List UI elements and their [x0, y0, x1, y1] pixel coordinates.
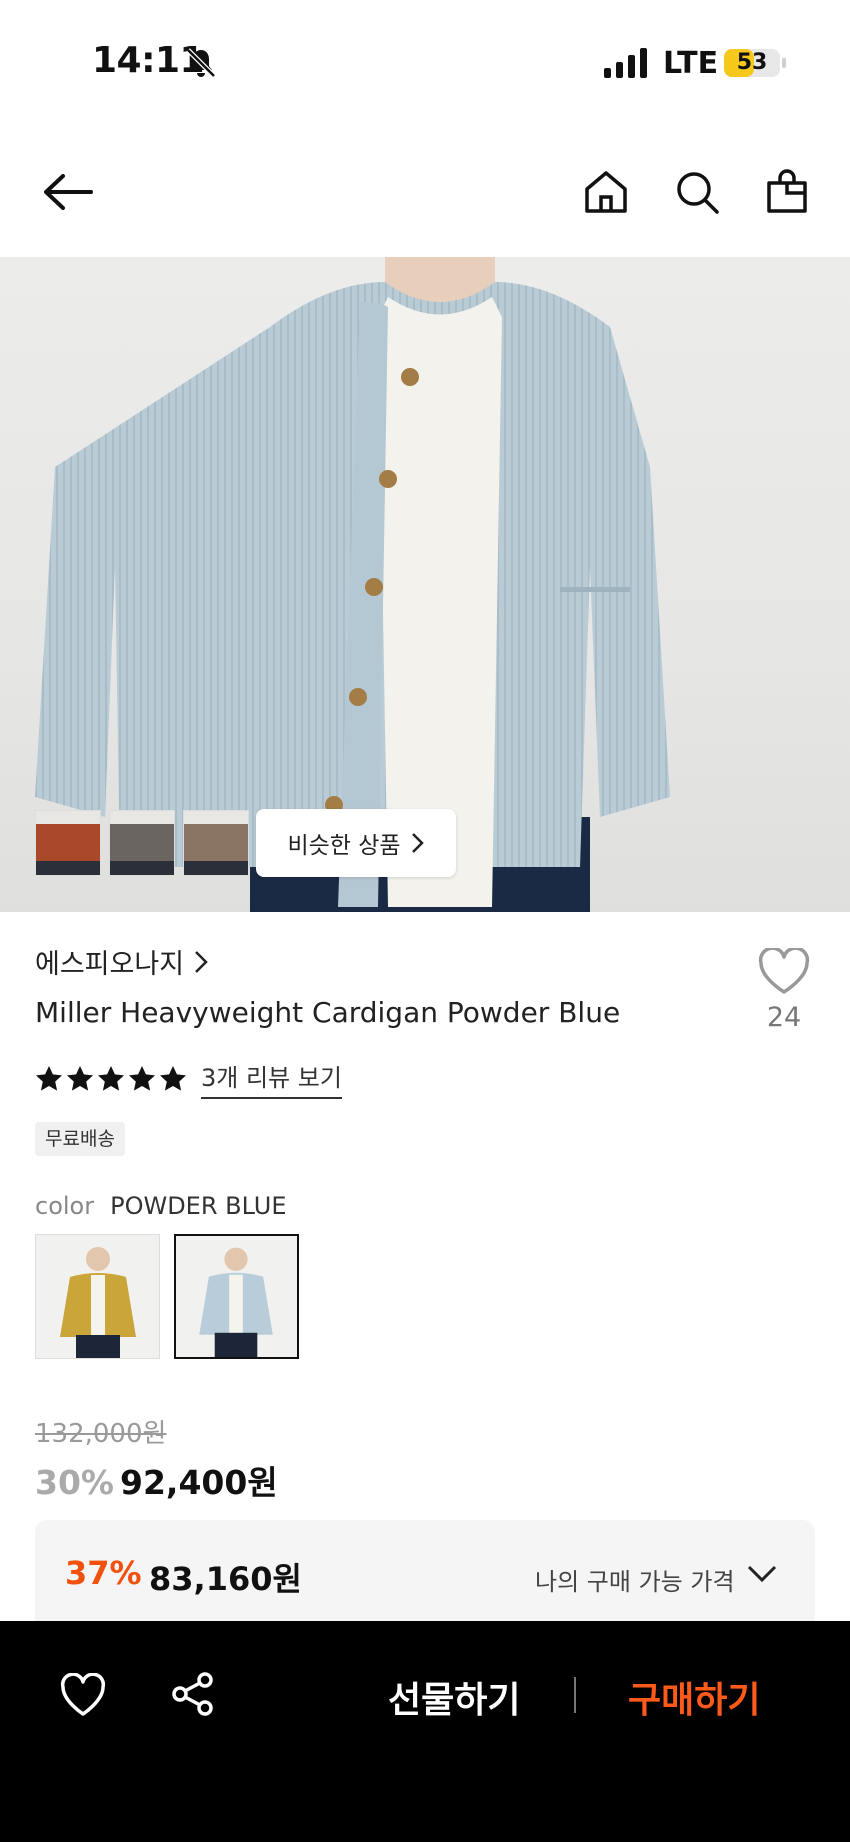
network-label: LTE — [663, 46, 719, 81]
chevron-right-icon — [411, 833, 424, 853]
free-shipping-badge: 무료배송 — [35, 1122, 125, 1156]
my-price-panel[interactable]: 37% 83,160원 나의 구매 가능 가격 — [35, 1520, 815, 1630]
color-value: POWDER BLUE — [110, 1192, 287, 1220]
sale-price-row: 30% 92,400원 — [35, 1456, 278, 1504]
original-price: 132,000원 — [35, 1419, 167, 1449]
cart-button[interactable] — [757, 162, 817, 222]
top-nav — [0, 140, 850, 256]
product-image[interactable]: 비슷한 상품 — [0, 257, 850, 912]
search-button[interactable] — [667, 162, 727, 222]
heart-icon — [758, 946, 810, 994]
back-arrow-icon — [44, 174, 93, 210]
brand-name: 에스피오나지 — [35, 949, 185, 980]
search-icon — [677, 172, 719, 214]
similar-thumbnails — [35, 810, 249, 876]
similar-thumb[interactable] — [109, 810, 175, 876]
star-icon — [98, 1065, 124, 1091]
star-icon — [67, 1065, 93, 1091]
share-icon[interactable] — [170, 1671, 216, 1717]
bell-muted-icon — [186, 48, 216, 78]
buy-button[interactable]: 구매하기 — [628, 1671, 760, 1723]
rating-row: 3개 리뷰 보기 — [35, 1058, 342, 1099]
chevron-right-icon — [195, 950, 208, 973]
color-label: color — [35, 1192, 95, 1220]
chevron-down-icon — [747, 1565, 777, 1583]
product-name: Miller Heavyweight Cardigan Powder Blue — [35, 996, 621, 1029]
wishlist-heart-icon[interactable] — [60, 1673, 106, 1719]
star-icon — [160, 1065, 186, 1091]
review-link[interactable]: 3개 리뷰 보기 — [201, 1058, 342, 1099]
signal-icon — [604, 48, 647, 78]
my-price-label: 나의 구매 가능 가격 — [535, 1568, 735, 1596]
star-icon — [36, 1065, 62, 1091]
home-icon — [585, 171, 627, 213]
similar-products-button[interactable]: 비슷한 상품 — [256, 809, 456, 877]
sale-price: 92,400원 — [120, 1463, 278, 1502]
gift-button[interactable]: 선물하기 — [388, 1671, 520, 1723]
color-swatch-powder-blue[interactable] — [174, 1234, 299, 1359]
divider — [574, 1677, 576, 1713]
battery-level: 53 — [736, 50, 768, 75]
discount-rate: 30% — [35, 1463, 114, 1502]
similar-products-label: 비슷한 상품 — [287, 833, 401, 859]
like-button[interactable]: 24 — [748, 946, 820, 1033]
home-button[interactable] — [576, 162, 636, 222]
like-count: 24 — [766, 1002, 802, 1033]
color-swatch-mustard[interactable] — [35, 1234, 160, 1359]
star-icon — [129, 1065, 155, 1091]
color-row: color POWDER BLUE — [35, 1192, 287, 1220]
similar-thumb[interactable] — [183, 810, 249, 876]
status-bar: 14:11 LTE 53 — [0, 0, 850, 120]
brand-link[interactable]: 에스피오나지 — [35, 942, 208, 981]
back-button[interactable] — [38, 162, 98, 222]
bottom-action-bar: 선물하기 구매하기 — [0, 1621, 850, 1842]
battery-icon: 53 — [724, 49, 786, 77]
shopping-bag-icon — [767, 169, 807, 213]
similar-thumb[interactable] — [35, 810, 101, 876]
color-swatches — [35, 1234, 299, 1359]
my-discount-rate: 37% — [65, 1554, 142, 1592]
my-price: 83,160원 — [149, 1560, 302, 1598]
rating-stars — [35, 1065, 187, 1093]
